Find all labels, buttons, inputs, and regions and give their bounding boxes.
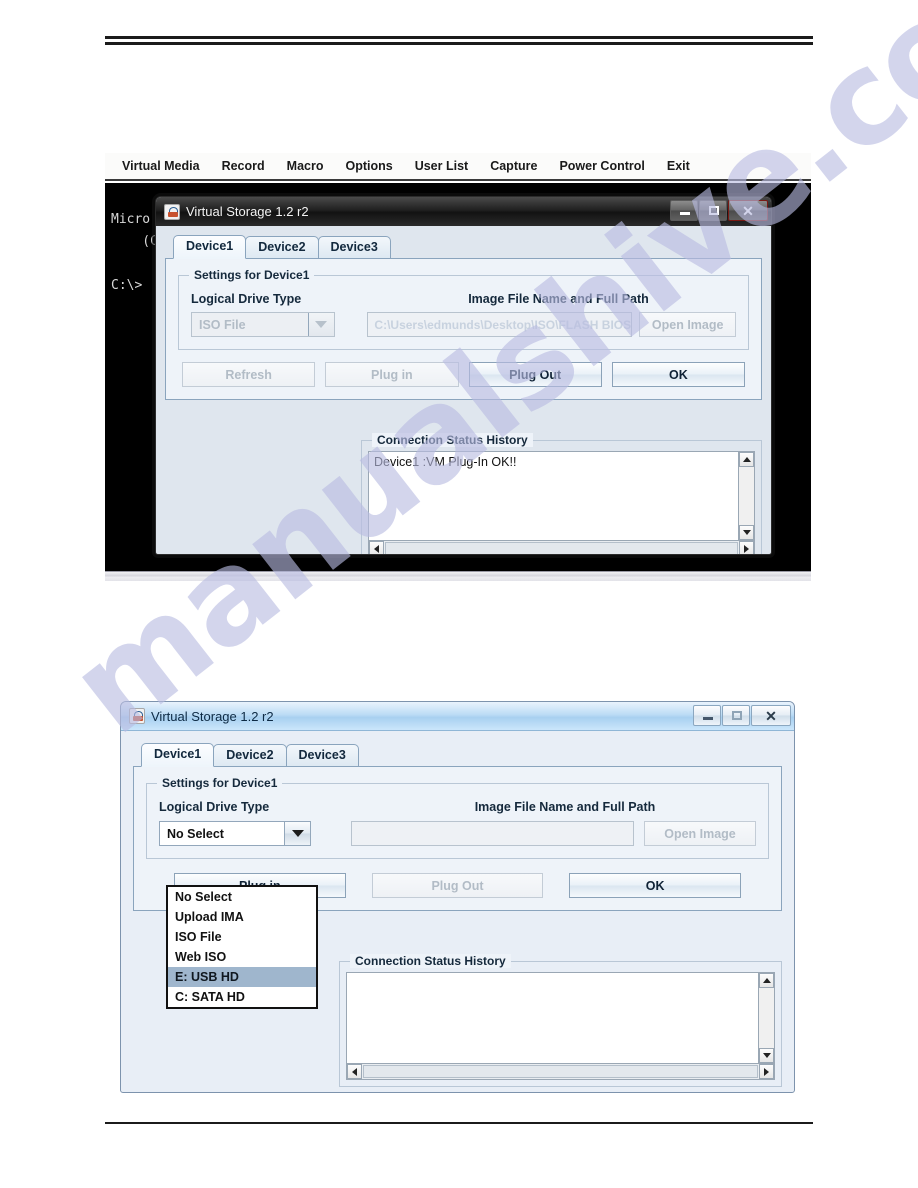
connection-status-history-legend: Connection Status History [350,954,511,968]
scroll-left-icon[interactable] [369,541,384,554]
menu-item-exit[interactable]: Exit [656,154,701,178]
page-rule-bottom [105,1122,813,1124]
virtual-storage-dialog-plugged-in[interactable]: Virtual Storage 1.2 r2 ✕ Device1 Device2… [155,196,772,555]
logical-drive-type-value: ISO File [199,317,246,332]
dropdown-option-upload-ima[interactable]: Upload IMA [168,907,316,927]
tab-device2[interactable]: Device2 [213,744,287,767]
dialog-body: Device1 Device2 Device3 Settings for Dev… [121,731,794,1092]
window-controls: ✕ [693,705,791,726]
tab-device3[interactable]: Device3 [285,744,359,767]
plug-in-button[interactable]: Plug in [325,362,459,387]
window-controls: ✕ [670,200,768,221]
scroll-down-icon[interactable] [759,1048,774,1063]
scroll-right-icon[interactable] [759,1064,774,1079]
refresh-button[interactable]: Refresh [182,362,316,387]
device-tabs: Device1 Device2 Device3 [133,743,782,767]
minimize-button[interactable] [670,200,698,221]
menu-item-macro[interactable]: Macro [276,154,335,178]
window-title: Virtual Storage 1.2 r2 [151,708,274,724]
device-tabs: Device1 Device2 Device3 [165,235,762,259]
tab-device1[interactable]: Device1 [141,743,215,767]
dropdown-option-no-select[interactable]: No Select [168,887,316,907]
tab-device1[interactable]: Device1 [173,235,247,259]
chevron-down-icon[interactable] [284,822,310,845]
kvm-status-bar [105,571,811,581]
horizontal-scrollbar[interactable] [347,1063,774,1079]
virtual-storage-dialog-dropdown-open[interactable]: Virtual Storage 1.2 r2 ✕ Device1 Device2… [120,701,795,1093]
close-icon[interactable]: ✕ [728,200,768,221]
java-app-icon [164,203,180,220]
kvm-menu-bar: Virtual Media Record Macro Options User … [105,153,811,181]
settings-group-legend: Settings for Device1 [189,268,315,282]
scroll-left-icon[interactable] [347,1064,362,1079]
minimize-button[interactable] [693,705,721,726]
scroll-up-icon[interactable] [739,452,754,467]
image-file-path-input[interactable]: C:\Users\edmunds\Desktop\ISO\FLASH BIOS.… [367,312,632,337]
title-bar[interactable]: Virtual Storage 1.2 r2 ✕ [156,197,771,226]
connection-status-history-group: Connection Status History Device1 :VM Pl… [361,433,762,554]
image-file-path-value: C:\Users\edmunds\Desktop\ISO\FLASH BIOS.… [374,317,632,332]
chevron-down-icon[interactable] [307,313,334,336]
page-rule-top-inner [105,42,813,45]
tab-panel-device1: Settings for Device1 Logical Drive Type … [165,258,762,400]
image-file-path-label: Image File Name and Full Path [468,292,649,306]
settings-group: Settings for Device1 Logical Drive Type … [178,268,749,350]
logical-drive-type-combobox[interactable]: ISO File [191,312,335,337]
menu-item-virtual-media[interactable]: Virtual Media [111,154,211,178]
open-image-button[interactable]: Open Image [639,312,736,337]
scroll-right-icon[interactable] [739,541,754,554]
menu-item-power-control[interactable]: Power Control [548,154,655,178]
horizontal-scrollbar[interactable] [369,540,754,554]
logical-drive-type-label: Logical Drive Type [159,800,270,814]
dropdown-option-iso-file[interactable]: ISO File [168,927,316,947]
tab-device2[interactable]: Device2 [245,236,319,259]
menu-item-capture[interactable]: Capture [479,154,548,178]
vertical-scrollbar[interactable] [758,973,774,1063]
menu-item-user-list[interactable]: User List [404,154,480,178]
horizontal-scroll-track[interactable] [385,542,738,554]
logical-drive-type-value: No Select [167,826,224,841]
maximize-button[interactable] [722,705,750,726]
settings-group-legend: Settings for Device1 [157,776,283,790]
maximize-button[interactable] [699,200,727,221]
connection-status-history-box[interactable]: Device1 :VM Plug-In OK!! [368,451,755,554]
java-app-icon [129,708,145,724]
close-icon[interactable]: ✕ [751,705,791,726]
horizontal-scroll-track[interactable] [363,1065,758,1078]
dialog-body: Device1 Device2 Device3 Settings for Dev… [156,226,771,554]
dropdown-option-sata-hd[interactable]: C: SATA HD [168,987,316,1007]
menu-item-record[interactable]: Record [211,154,276,178]
ok-button[interactable]: OK [611,362,745,387]
logical-drive-type-combobox[interactable]: No Select [159,821,311,846]
logical-drive-type-label: Logical Drive Type [191,292,302,306]
window-title: Virtual Storage 1.2 r2 [186,204,309,219]
connection-status-history-text [347,973,758,1063]
open-image-button[interactable]: Open Image [644,821,756,846]
dropdown-option-usb-hd[interactable]: E: USB HD [168,967,316,987]
vertical-scrollbar[interactable] [738,452,754,540]
logical-drive-type-dropdown-list[interactable]: No Select Upload IMA ISO File Web ISO E:… [166,885,318,1009]
page-rule-top-outer [105,36,813,39]
plug-out-button[interactable]: Plug Out [371,873,544,898]
connection-status-history-box[interactable] [346,972,775,1080]
title-bar[interactable]: Virtual Storage 1.2 r2 ✕ [121,702,794,731]
scroll-up-icon[interactable] [759,973,774,988]
plug-out-button[interactable]: Plug Out [468,362,602,387]
dropdown-option-web-iso[interactable]: Web ISO [168,947,316,967]
connection-status-history-text: Device1 :VM Plug-In OK!! [374,455,517,469]
image-file-path-input[interactable] [351,821,634,846]
settings-group: Settings for Device1 Logical Drive Type … [146,776,769,859]
connection-status-history-group: Connection Status History [339,954,782,1087]
ok-button[interactable]: OK [569,873,742,898]
scroll-down-icon[interactable] [739,525,754,540]
image-file-path-label: Image File Name and Full Path [474,800,656,814]
tab-device3[interactable]: Device3 [317,236,391,259]
menu-item-options[interactable]: Options [334,154,403,178]
connection-status-history-legend: Connection Status History [372,433,533,447]
